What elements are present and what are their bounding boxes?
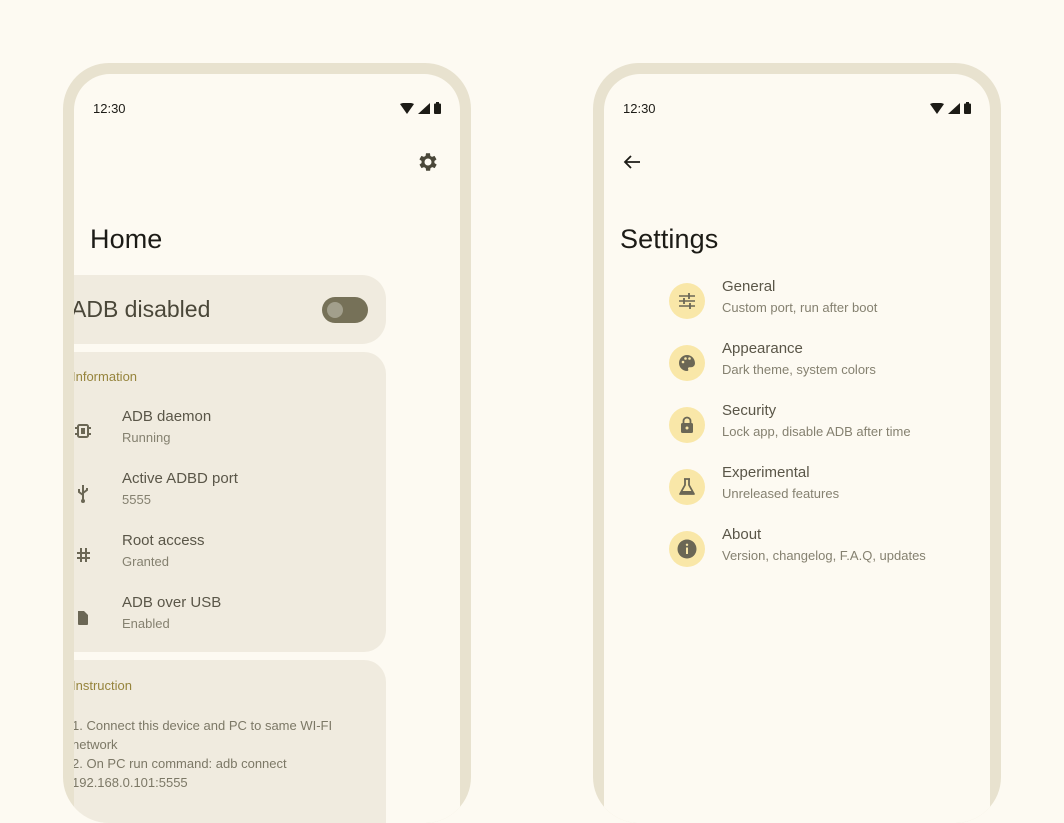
settings-phone-frame: 12:30 Settings General Custom port, run … [593,63,1001,823]
info-item-title: ADB over USB [122,594,222,611]
instruction-section-label: Instruction [74,678,132,693]
settings-item-subtitle: Version, changelog, F.A.Q, updates [722,548,926,563]
settings-item-subtitle: Custom port, run after boot [722,300,878,315]
usb-icon [78,485,88,503]
instruction-step: 1. Connect this device and PC to same WI… [74,718,333,752]
palette-icon [679,355,695,371]
settings-item-security[interactable]: Security Lock app, disable ADB after tim… [669,402,969,452]
info-item-title: Root access [122,532,205,549]
information-section-label: Information [74,369,138,384]
settings-item-title: General [722,278,776,295]
toggle-knob [327,302,343,318]
home-phone-frame: 12:30 Home ADB disabled Information ADB … [63,63,471,823]
settings-item-title: Appearance [722,340,803,357]
information-card: Information ADB daemon Running Active AD… [74,352,386,652]
info-icon [677,539,697,559]
signal-icon [948,102,960,114]
settings-item-subtitle: Lock app, disable ADB after time [722,424,911,439]
settings-item-title: Experimental [722,464,810,481]
status-bar: 12:30 [604,74,990,118]
info-item-root-access: Root access Granted [74,532,386,582]
settings-item-subtitle: Unreleased features [722,486,840,501]
tune-icon [679,293,695,309]
settings-item-general[interactable]: General Custom port, run after boot [669,278,969,328]
home-screen: 12:30 Home ADB disabled Information ADB … [74,74,460,823]
info-item-subtitle: Enabled [122,616,170,631]
settings-item-appearance[interactable]: Appearance Dark theme, system colors [669,340,969,390]
hash-icon [77,548,90,562]
settings-screen: 12:30 Settings General Custom port, run … [604,74,990,823]
settings-item-subtitle: Dark theme, system colors [722,362,876,377]
home-content: ADB disabled Information ADB daemon Runn… [74,74,460,823]
info-item-adb-daemon: ADB daemon Running [74,408,386,458]
instruction-step: 2. On PC run command: adb connect 192.16… [74,756,287,790]
info-item-subtitle: Running [122,430,171,445]
chip-icon [75,424,91,438]
settings-item-experimental[interactable]: Experimental Unreleased features [669,464,969,514]
status-time: 12:30 [623,101,656,116]
usb-plug-icon [78,611,88,625]
info-item-adbd-port: Active ADBD port 5555 [74,470,386,520]
adb-toggle-switch[interactable] [322,297,368,323]
info-item-title: ADB daemon [122,408,212,425]
flask-icon [679,478,695,495]
info-item-subtitle: Granted [122,554,169,569]
adb-toggle-card[interactable]: ADB disabled [74,275,386,344]
info-item-subtitle: 5555 [122,492,151,507]
wifi-icon [930,102,944,114]
adb-status-label: ADB disabled [74,296,211,322]
settings-item-title: About [722,526,762,543]
battery-icon [964,102,971,114]
info-item-title: Active ADBD port [122,470,238,487]
info-item-adb-over-usb: ADB over USB Enabled [74,594,386,644]
settings-item-about[interactable]: About Version, changelog, F.A.Q, updates [669,526,969,576]
back-arrow-icon[interactable] [620,150,644,174]
page-title: Settings [620,224,719,254]
lock-icon [681,416,693,433]
settings-item-title: Security [722,402,777,419]
